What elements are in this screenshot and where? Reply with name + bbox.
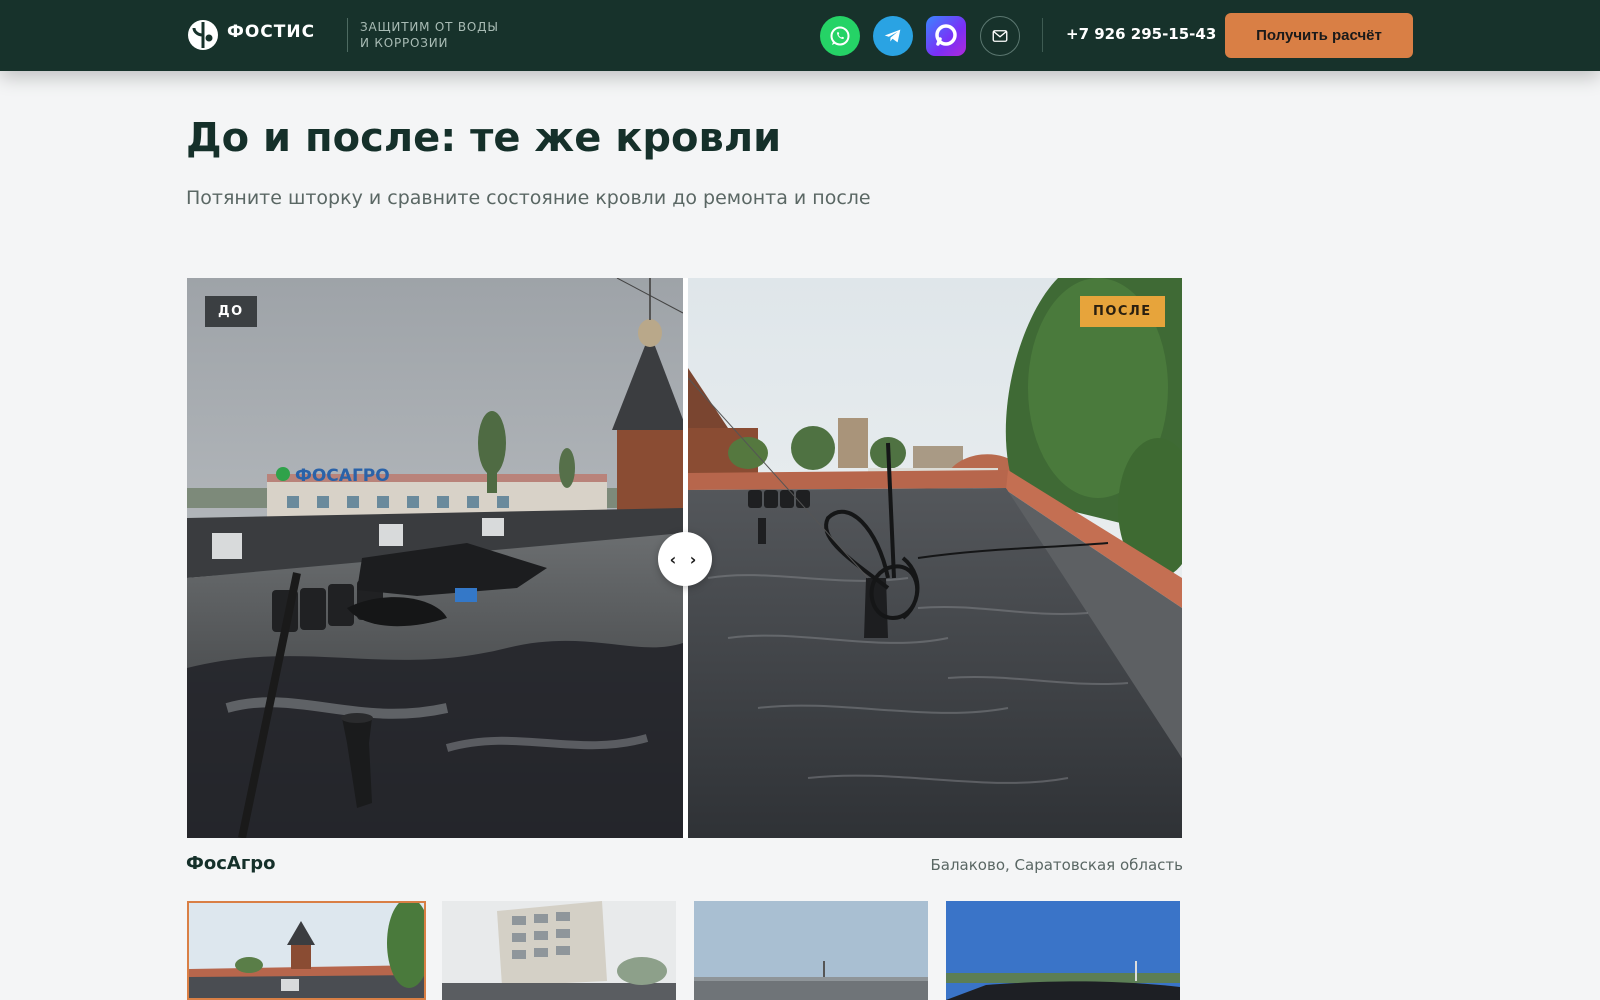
after-image [688, 278, 1182, 838]
before-after-slider[interactable]: ФОСАГРО ‹ › ДО ПОСЛЕ [187, 278, 1182, 838]
thumbnail-4-photo [946, 901, 1180, 1000]
thumbnail-2-photo [442, 901, 676, 1000]
before-photo: ФОСАГРО [187, 278, 683, 838]
header-tagline: ЗАЩИТИМ ОТ ВОДЫ И КОРРОЗИИ [360, 19, 499, 51]
before-image: ФОСАГРО [187, 278, 683, 838]
page-subtitle: Потяните шторку и сравните состояние кро… [186, 187, 871, 209]
tagline-line-2: И КОРРОЗИИ [360, 36, 449, 50]
header-divider [1042, 18, 1043, 52]
site-header: ФОСТИС ЗАЩИТИМ ОТ ВОДЫ И КОРРОЗИИ +7 926… [0, 0, 1600, 71]
phone-link[interactable]: +7 926 295-15-43 [1066, 25, 1216, 43]
page-title: До и после: те же кровли [186, 115, 782, 161]
case-location: Балаково, Саратовская область [930, 856, 1183, 874]
tagline-line-1: ЗАЩИТИМ ОТ ВОДЫ [360, 20, 499, 34]
whatsapp-button[interactable] [820, 16, 860, 56]
telegram-icon [884, 29, 901, 43]
logo-divider [347, 18, 348, 52]
mail-icon [992, 30, 1008, 42]
mail-button[interactable] [980, 16, 1020, 56]
telegram-button[interactable] [873, 16, 913, 56]
before-badge: ДО [205, 296, 257, 327]
thumbnail-1-photo [189, 903, 424, 998]
thumbnail-4[interactable] [946, 901, 1180, 1000]
thumbnail-2[interactable] [442, 901, 676, 1000]
slider-handle[interactable]: ‹ › [658, 532, 712, 586]
thumbnail-3-photo [694, 901, 928, 1000]
thumbnail-1[interactable] [187, 901, 426, 1000]
max-messenger-button[interactable] [926, 16, 966, 56]
logo-wordmark[interactable]: ФОСТИС [227, 22, 315, 42]
max-messenger-icon [935, 24, 957, 46]
after-badge: ПОСЛЕ [1080, 296, 1165, 327]
whatsapp-icon [830, 26, 850, 46]
case-name: ФосАгро [186, 853, 276, 874]
chevrons-left-right-icon: ‹ › [669, 549, 701, 569]
after-photo [688, 278, 1182, 838]
get-quote-button[interactable]: Получить расчёт [1225, 13, 1413, 58]
logo-mark-icon[interactable] [187, 19, 219, 51]
fosagro-sign: ФОСАГРО [295, 466, 390, 486]
thumbnail-3[interactable] [694, 901, 928, 1000]
